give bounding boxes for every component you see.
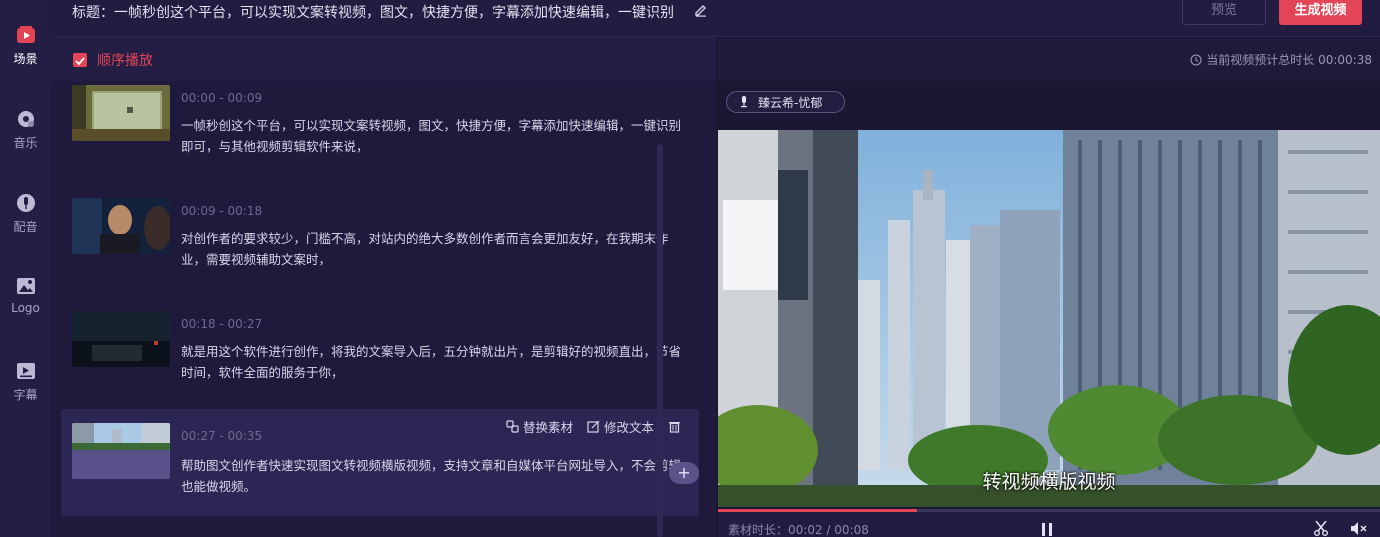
video-preview[interactable]: 转视频横版视频 bbox=[718, 130, 1380, 507]
sequence-play-label: 顺序播放 bbox=[97, 53, 153, 69]
music-icon bbox=[17, 111, 34, 127]
check-icon bbox=[75, 57, 85, 66]
material-time: 素材时长：00:02 / 00:08 bbox=[728, 523, 869, 537]
trash-icon bbox=[669, 422, 680, 433]
scene-list: 00:00 - 00:09 一帧秒创这个平台，可以实现文案转视频，图文，快捷方便… bbox=[51, 81, 716, 537]
scene-text: 就是用这个软件进行创作，将我的文案导入后，五分钟就出片，是剪辑好的视频直出，节省… bbox=[181, 344, 682, 380]
scene-thumbnail bbox=[72, 85, 170, 141]
sequence-play-checkbox[interactable] bbox=[73, 53, 87, 67]
nav-label: 字幕 bbox=[13, 388, 38, 402]
edit-text-button[interactable]: 修改文本 bbox=[587, 417, 654, 436]
clock-icon bbox=[1190, 53, 1202, 66]
scene-icon bbox=[16, 26, 35, 43]
edit-title-icon[interactable] bbox=[694, 3, 708, 17]
preview-button[interactable]: 预览 bbox=[1182, 0, 1266, 25]
nav-item-logo[interactable]: Logo bbox=[0, 277, 51, 315]
subtitle-icon bbox=[16, 363, 35, 379]
nav-label: 场景 bbox=[13, 52, 38, 66]
preview-panel: 当前视频预计总时长 00:00:38 臻云希-忧郁 转视频横版视频 素材时长：0… bbox=[718, 37, 1380, 537]
scene-thumbnail bbox=[72, 423, 170, 479]
nav-label: 音乐 bbox=[13, 136, 38, 150]
edit-icon bbox=[587, 420, 600, 433]
total-duration-text: 当前视频预计总时长 00:00:38 bbox=[1206, 53, 1372, 67]
nav-item-subtitle[interactable]: 字幕 bbox=[0, 362, 51, 403]
side-nav: 场景 音乐 配音 Logo 字幕 bbox=[0, 0, 51, 537]
scene-thumbnail bbox=[72, 198, 170, 254]
top-bar: 标题：一帧秒创这个平台，可以实现文案转视频，图文，快捷方便，字幕添加快速编辑，一… bbox=[51, 0, 1380, 37]
voice-selector[interactable]: 臻云希-忧郁 bbox=[726, 91, 845, 113]
scene-item[interactable]: 00:00 - 00:09 一帧秒创这个平台，可以实现文案转视频，图文，快捷方便… bbox=[61, 81, 699, 188]
video-subtitle: 转视频横版视频 bbox=[982, 471, 1116, 493]
delete-scene-button[interactable] bbox=[668, 420, 685, 433]
scene-time: 00:00 - 00:09 bbox=[181, 91, 263, 105]
scene-time: 00:09 - 00:18 bbox=[181, 204, 263, 218]
nav-item-music[interactable]: 音乐 bbox=[0, 110, 51, 151]
voice-icon bbox=[16, 194, 35, 212]
add-scene-button[interactable]: + bbox=[669, 462, 699, 484]
sequence-play-row: 顺序播放 bbox=[51, 37, 716, 81]
scene-item-selected[interactable]: 00:27 - 00:35 替换素材 修改文本 帮助图文创作者快速实现图文转视频… bbox=[61, 409, 699, 516]
mute-icon[interactable] bbox=[1350, 521, 1368, 536]
scene-time: 00:27 - 00:35 bbox=[181, 429, 263, 443]
video-title[interactable]: 标题：一帧秒创这个平台，可以实现文案转视频，图文，快捷方便，字幕添加快速编辑，一… bbox=[72, 2, 687, 22]
duration-row: 当前视频预计总时长 00:00:38 bbox=[718, 37, 1380, 81]
scene-item[interactable]: 00:18 - 00:27 就是用这个软件进行创作，将我的文案导入后，五分钟就出… bbox=[61, 307, 699, 414]
replace-material-button[interactable]: 替换素材 bbox=[506, 417, 573, 436]
player-controls: 素材时长：00:02 / 00:08 bbox=[718, 512, 1380, 537]
scene-text: 帮助图文创作者快速实现图文转视频横版视频，支持文章和自媒体平台网址导入，不会剪辑… bbox=[181, 458, 682, 494]
microphone-icon bbox=[741, 96, 747, 108]
replace-icon bbox=[506, 420, 519, 433]
scene-text: 一帧秒创这个平台，可以实现文案转视频，图文，快捷方便，字幕添加快速编辑，一键识别… bbox=[181, 118, 682, 154]
scene-thumbnail bbox=[72, 311, 170, 367]
logo-icon bbox=[16, 278, 35, 294]
scene-text: 对创作者的要求较少，门槛不高，对站内的绝大多数创作者而言会更加友好，在我期末作业… bbox=[181, 231, 669, 267]
scene-time: 00:18 - 00:27 bbox=[181, 317, 263, 331]
total-duration: 当前视频预计总时长 00:00:38 bbox=[1190, 51, 1372, 68]
scene-list-scrollbar[interactable] bbox=[657, 144, 663, 537]
nav-item-scene[interactable]: 场景 bbox=[0, 26, 51, 67]
video-frame bbox=[718, 130, 1380, 507]
generate-video-button[interactable]: 生成视频 bbox=[1279, 0, 1362, 25]
scene-list-panel: 顺序播放 00:00 - 00:09 一帧秒创这个平台，可以实现文案转视频，图文… bbox=[51, 37, 716, 537]
nav-label: 配音 bbox=[13, 220, 38, 234]
scene-item[interactable]: 00:09 - 00:18 对创作者的要求较少，门槛不高，对站内的绝大多数创作者… bbox=[61, 194, 699, 301]
nav-label: Logo bbox=[11, 301, 40, 315]
voice-label: 臻云希-忧郁 bbox=[758, 95, 823, 110]
replace-material-label: 替换素材 bbox=[523, 420, 574, 435]
scissors-icon[interactable] bbox=[1313, 521, 1329, 536]
pause-icon[interactable] bbox=[1040, 522, 1054, 536]
edit-text-label: 修改文本 bbox=[604, 420, 655, 435]
nav-item-voice[interactable]: 配音 bbox=[0, 194, 51, 235]
